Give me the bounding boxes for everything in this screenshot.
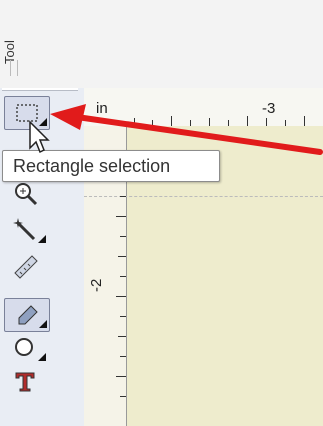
tool-ellipse[interactable] — [4, 332, 48, 364]
flyout-arrow — [38, 353, 46, 361]
text-icon — [12, 369, 40, 395]
ellipse-icon — [12, 335, 40, 361]
tool-magic-wand[interactable] — [4, 214, 48, 246]
annotation-arrow-icon — [0, 0, 323, 200]
tool-eyedropper[interactable] — [4, 298, 50, 332]
ruler-icon — [12, 253, 40, 279]
flyout-arrow — [39, 320, 47, 328]
tool-text[interactable] — [4, 366, 48, 398]
tool-measure[interactable] — [4, 250, 48, 282]
flyout-arrow — [38, 235, 46, 243]
vertical-ruler-label: -2 — [88, 278, 105, 292]
magic-wand-icon — [12, 217, 40, 243]
eyedropper-icon — [13, 302, 41, 328]
